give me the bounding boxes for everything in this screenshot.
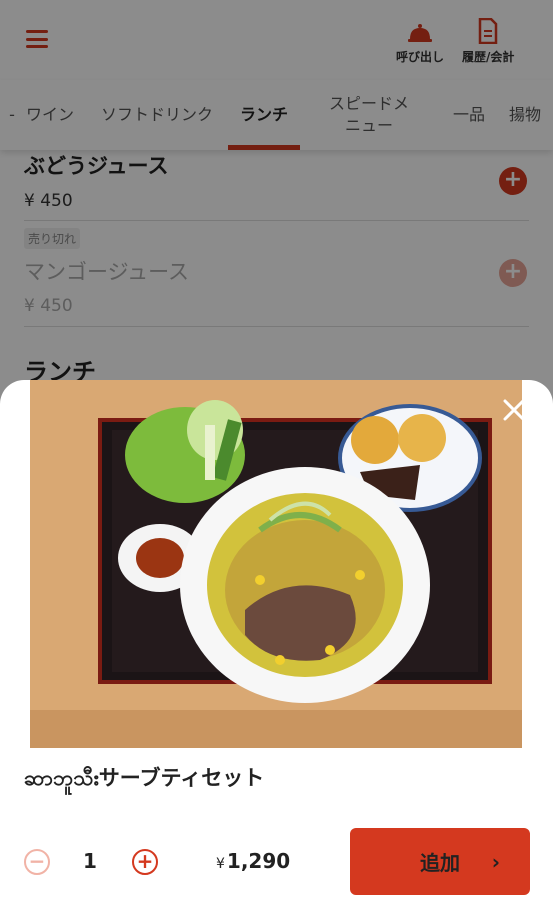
dish-photo [30, 380, 522, 748]
total-price: ¥1,290 [216, 849, 290, 873]
decrease-quantity-button[interactable]: − [24, 849, 50, 875]
dish-name: ဆာဘူသီးサーブティセット [24, 766, 265, 790]
item-detail-sheet: ဆာဘူသီးサーブティセット − 1 + ¥1,290 追加 › [0, 380, 553, 900]
quantity-value: 1 [83, 849, 97, 873]
increase-quantity-button[interactable]: + [132, 849, 158, 875]
currency-symbol: ¥ [216, 856, 225, 872]
price-value: 1,290 [226, 849, 291, 873]
add-button-label: 追加 [420, 851, 460, 875]
chevron-right-icon: › [491, 850, 500, 874]
add-to-order-button[interactable]: 追加 › [350, 828, 530, 895]
close-icon[interactable] [500, 396, 528, 424]
